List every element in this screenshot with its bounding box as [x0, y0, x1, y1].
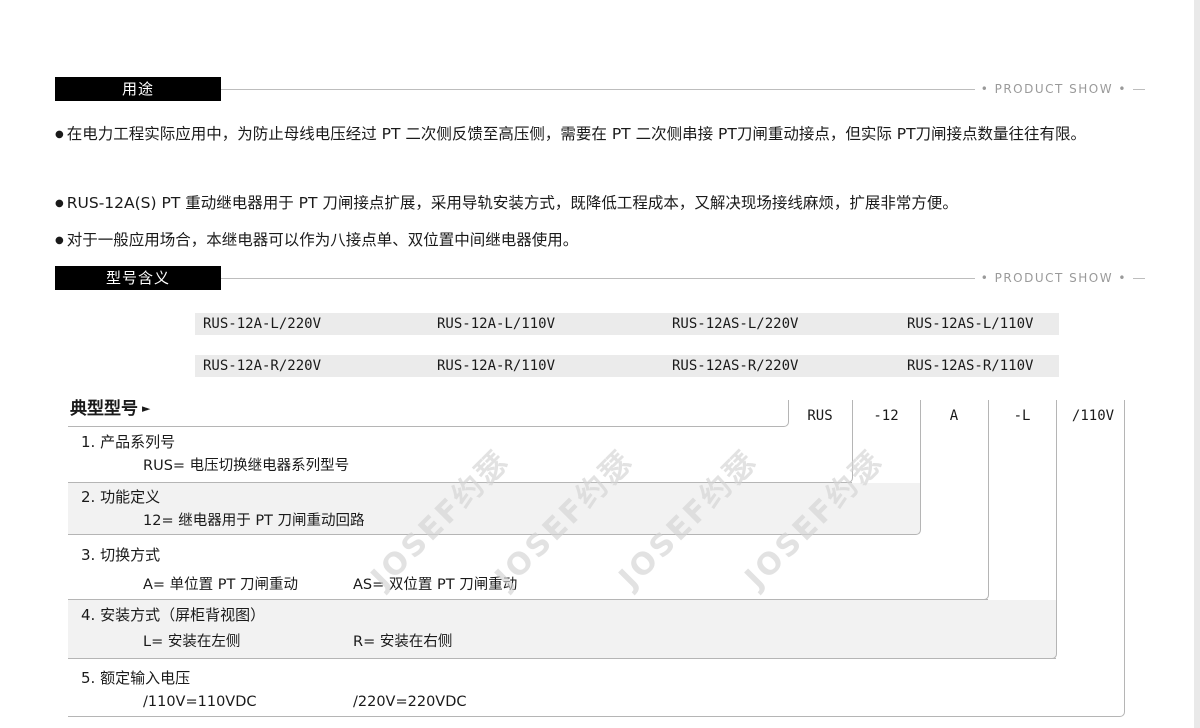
- field-title-mounting: 4. 安装方式（屏柜背视图）: [81, 606, 266, 624]
- field-desc-mount-left: L= 安装在左侧: [143, 634, 241, 650]
- bullet-item-2: RUS-12A(S) PT 重动继电器用于 PT 刀闸接点扩展，采用导轨安装方式…: [55, 187, 1150, 220]
- scrollbar-edge[interactable]: [1194, 0, 1200, 728]
- section-header-usage: 用途 • PRODUCT SHOW •: [55, 77, 1145, 101]
- field-title-voltage: 5. 额定输入电压: [81, 669, 191, 687]
- field-title-function: 2. 功能定义: [81, 488, 161, 506]
- product-show-label: • PRODUCT SHOW •: [974, 81, 1133, 97]
- code-segment-switch: A: [949, 408, 959, 424]
- arrow-right-icon: ►: [142, 402, 151, 415]
- model-cell: RUS-12A-L/110V: [429, 313, 665, 335]
- field-desc-voltage-220: /220V=220VDC: [353, 694, 467, 710]
- section-header-model-meaning: 型号含义 • PRODUCT SHOW •: [55, 266, 1145, 290]
- code-frame-voltage: [68, 400, 1125, 717]
- model-cell: RUS-12AS-L/220V: [664, 313, 900, 335]
- field-title-switch-mode: 3. 切换方式: [81, 546, 161, 564]
- model-cell: RUS-12A-R/110V: [429, 355, 665, 377]
- field-desc-switch-double: AS= 双位置 PT 刀闸重动: [353, 577, 518, 593]
- field-desc-series: RUS= 电压切换继电器系列型号: [143, 458, 350, 474]
- row-divider: [68, 658, 1056, 659]
- model-cell: RUS-12AS-R/220V: [664, 355, 900, 377]
- typical-model-title: 典型型号 ►: [70, 394, 150, 419]
- code-segment-mount: -L: [1013, 408, 1031, 424]
- field-desc-mount-right: R= 安装在右侧: [353, 634, 453, 650]
- model-cell: RUS-12A-R/220V: [195, 355, 431, 377]
- bullet-item-1: 在电力工程实际应用中，为防止母线电压经过 PT 二次侧反馈至高压侧，需要在 PT…: [55, 118, 1150, 151]
- code-segment-function: -12: [873, 408, 899, 424]
- model-cell: RUS-12AS-R/110V: [899, 355, 1059, 377]
- section-tab-model-meaning: 型号含义: [55, 266, 221, 290]
- typical-title-underline: [68, 400, 789, 427]
- section-tab-usage: 用途: [55, 77, 221, 101]
- field-title-series: 1. 产品系列号: [81, 433, 176, 451]
- field-desc-function: 12= 继电器用于 PT 刀闸重动回路: [143, 513, 365, 529]
- row-divider: [68, 599, 988, 600]
- bullet-item-3: 对于一般应用场合，本继电器可以作为八接点单、双位置中间继电器使用。: [55, 224, 1150, 257]
- code-segment-voltage: /110V: [1071, 408, 1115, 424]
- typical-model-title-text: 典型型号: [70, 399, 138, 419]
- code-segment-series: RUS: [807, 408, 833, 424]
- model-cell: RUS-12AS-L/110V: [899, 313, 1059, 335]
- row-divider: [68, 482, 852, 483]
- field-desc-switch-single: A= 单位置 PT 刀闸重动: [143, 577, 298, 593]
- product-show-label: • PRODUCT SHOW •: [974, 270, 1133, 286]
- field-desc-voltage-110: /110V=110VDC: [143, 694, 257, 710]
- model-cell: RUS-12A-L/220V: [195, 313, 431, 335]
